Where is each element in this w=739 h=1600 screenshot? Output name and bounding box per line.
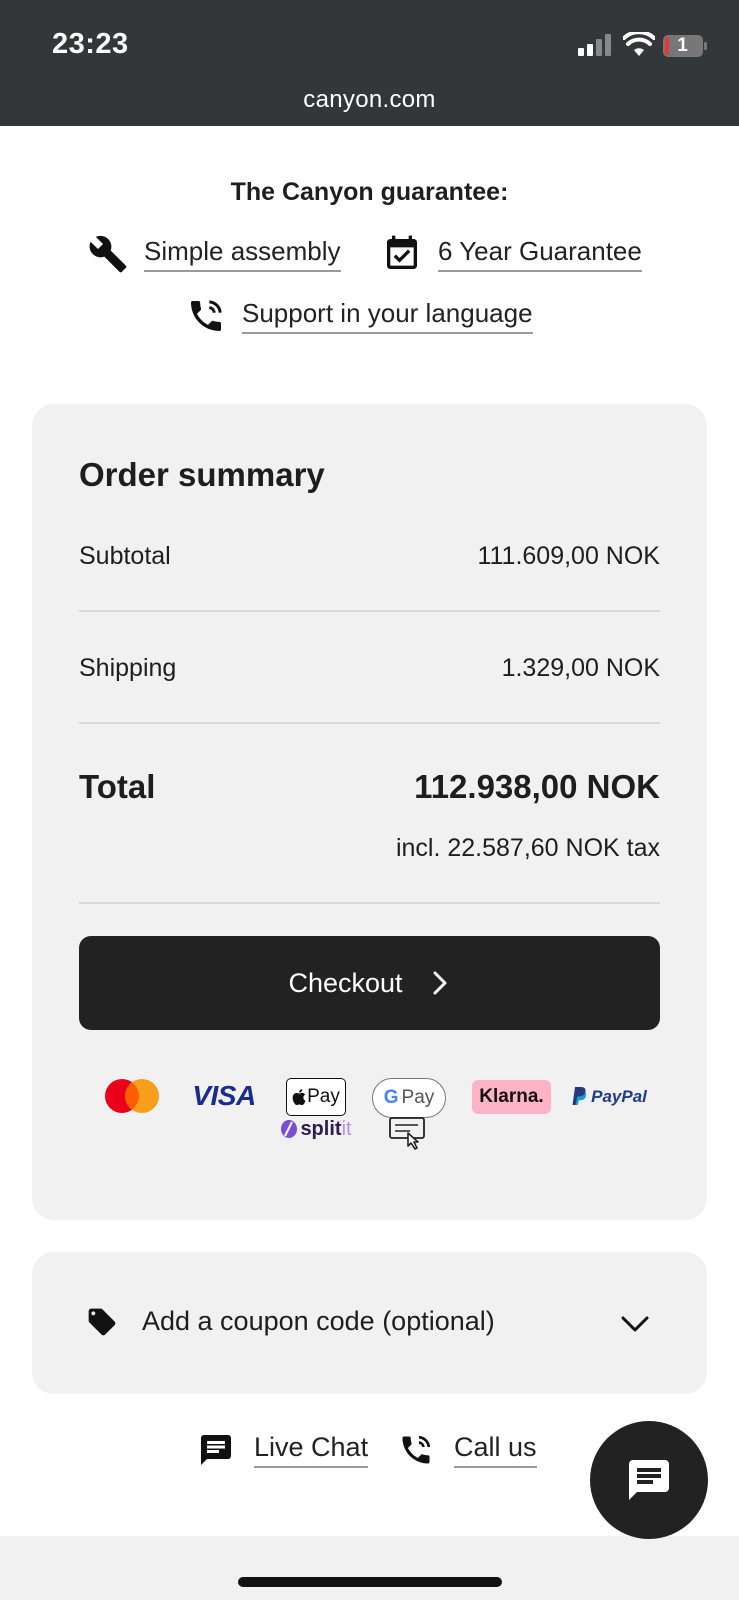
chat-icon (629, 1460, 669, 1500)
splitit-label-suffix: it (341, 1117, 352, 1140)
wrench-icon (89, 235, 127, 273)
chat-fab-button[interactable] (590, 1421, 708, 1539)
tax-note: incl. 22.587,60 NOK tax (395, 834, 660, 862)
apple-pay-logo: Pay (286, 1078, 346, 1116)
address-bar-url[interactable]: canyon.com (0, 86, 739, 114)
total-label: Total (79, 768, 156, 805)
visa-logo: VISA (192, 1080, 256, 1111)
apple-icon (292, 1089, 306, 1105)
divider (79, 902, 660, 904)
mastercard-logo (105, 1079, 159, 1113)
guarantee-assembly-label[interactable]: Simple assembly (144, 236, 341, 272)
guarantee-title: The Canyon guarantee: (230, 178, 509, 206)
chevron-down-icon (621, 1316, 649, 1332)
chevron-right-icon (433, 971, 447, 995)
home-indicator[interactable] (238, 1577, 502, 1587)
battery-icon: 1 (662, 34, 708, 58)
call-us-label[interactable]: Call us (454, 1432, 537, 1468)
total-value: 112.938,00 NOK (414, 768, 660, 805)
live-chat-link[interactable]: Live Chat (198, 1432, 369, 1468)
shipping-label: Shipping (79, 654, 177, 682)
checkout-label: Checkout (288, 967, 403, 998)
paypal-icon (572, 1087, 587, 1105)
cellular-signal-icon (578, 34, 611, 56)
guarantee-support-label[interactable]: Support in your language (242, 298, 533, 334)
coupon-accordion[interactable]: Add a coupon code (optional) (32, 1252, 707, 1394)
google-g-icon: G (383, 1087, 399, 1108)
klarna-logo: Klarna. (472, 1080, 551, 1114)
shipping-value: 1.329,00 NOK (501, 654, 660, 682)
subtotal-label: Subtotal (79, 542, 171, 570)
order-summary-card: Order summary Subtotal 111.609,00 NOK Sh… (32, 404, 707, 1220)
google-pay-label: Pay (401, 1087, 435, 1108)
status-time: 23:23 (52, 28, 129, 60)
guarantee-warranty-label[interactable]: 6 Year Guarantee (438, 236, 642, 272)
subtotal-value: 111.609,00 NOK (477, 542, 660, 570)
total-row: Total 112.938,00 NOK (79, 768, 660, 806)
subtotal-row: Subtotal 111.609,00 NOK (79, 542, 660, 571)
checkout-button[interactable]: Checkout (79, 936, 660, 1030)
wifi-icon (623, 32, 655, 56)
shipping-row: Shipping 1.329,00 NOK (79, 654, 660, 683)
apple-pay-label: Pay (307, 1086, 340, 1107)
battery-level: 1 (677, 35, 688, 56)
live-chat-label[interactable]: Live Chat (254, 1432, 369, 1468)
paypal-label: PayPal (591, 1087, 647, 1106)
browser-status-bar: 23:23 1 canyon.com (0, 0, 739, 126)
chat-icon (201, 1435, 231, 1465)
divider (79, 722, 660, 724)
phone-icon (402, 1435, 431, 1464)
splitit-label: split (300, 1117, 342, 1140)
call-us-link[interactable]: Call us (398, 1432, 537, 1468)
calendar-check-icon (387, 235, 417, 269)
invoice-payment-icon (389, 1117, 425, 1150)
divider (79, 610, 660, 612)
splitit-icon (281, 1120, 298, 1138)
guarantee-warranty[interactable]: 6 Year Guarantee (382, 234, 642, 274)
bottom-band (0, 1536, 739, 1600)
splitit-logo: split it (278, 1114, 354, 1144)
coupon-label: Add a coupon code (optional) (142, 1306, 495, 1336)
phone-icon (191, 300, 222, 331)
order-summary-title: Order summary (79, 456, 325, 493)
guarantee-assembly[interactable]: Simple assembly (88, 234, 341, 274)
paypal-logo: PayPal (566, 1080, 652, 1114)
tag-icon (88, 1308, 116, 1336)
google-pay-logo: G Pay (372, 1078, 446, 1118)
guarantee-support[interactable]: Support in your language (186, 296, 533, 336)
